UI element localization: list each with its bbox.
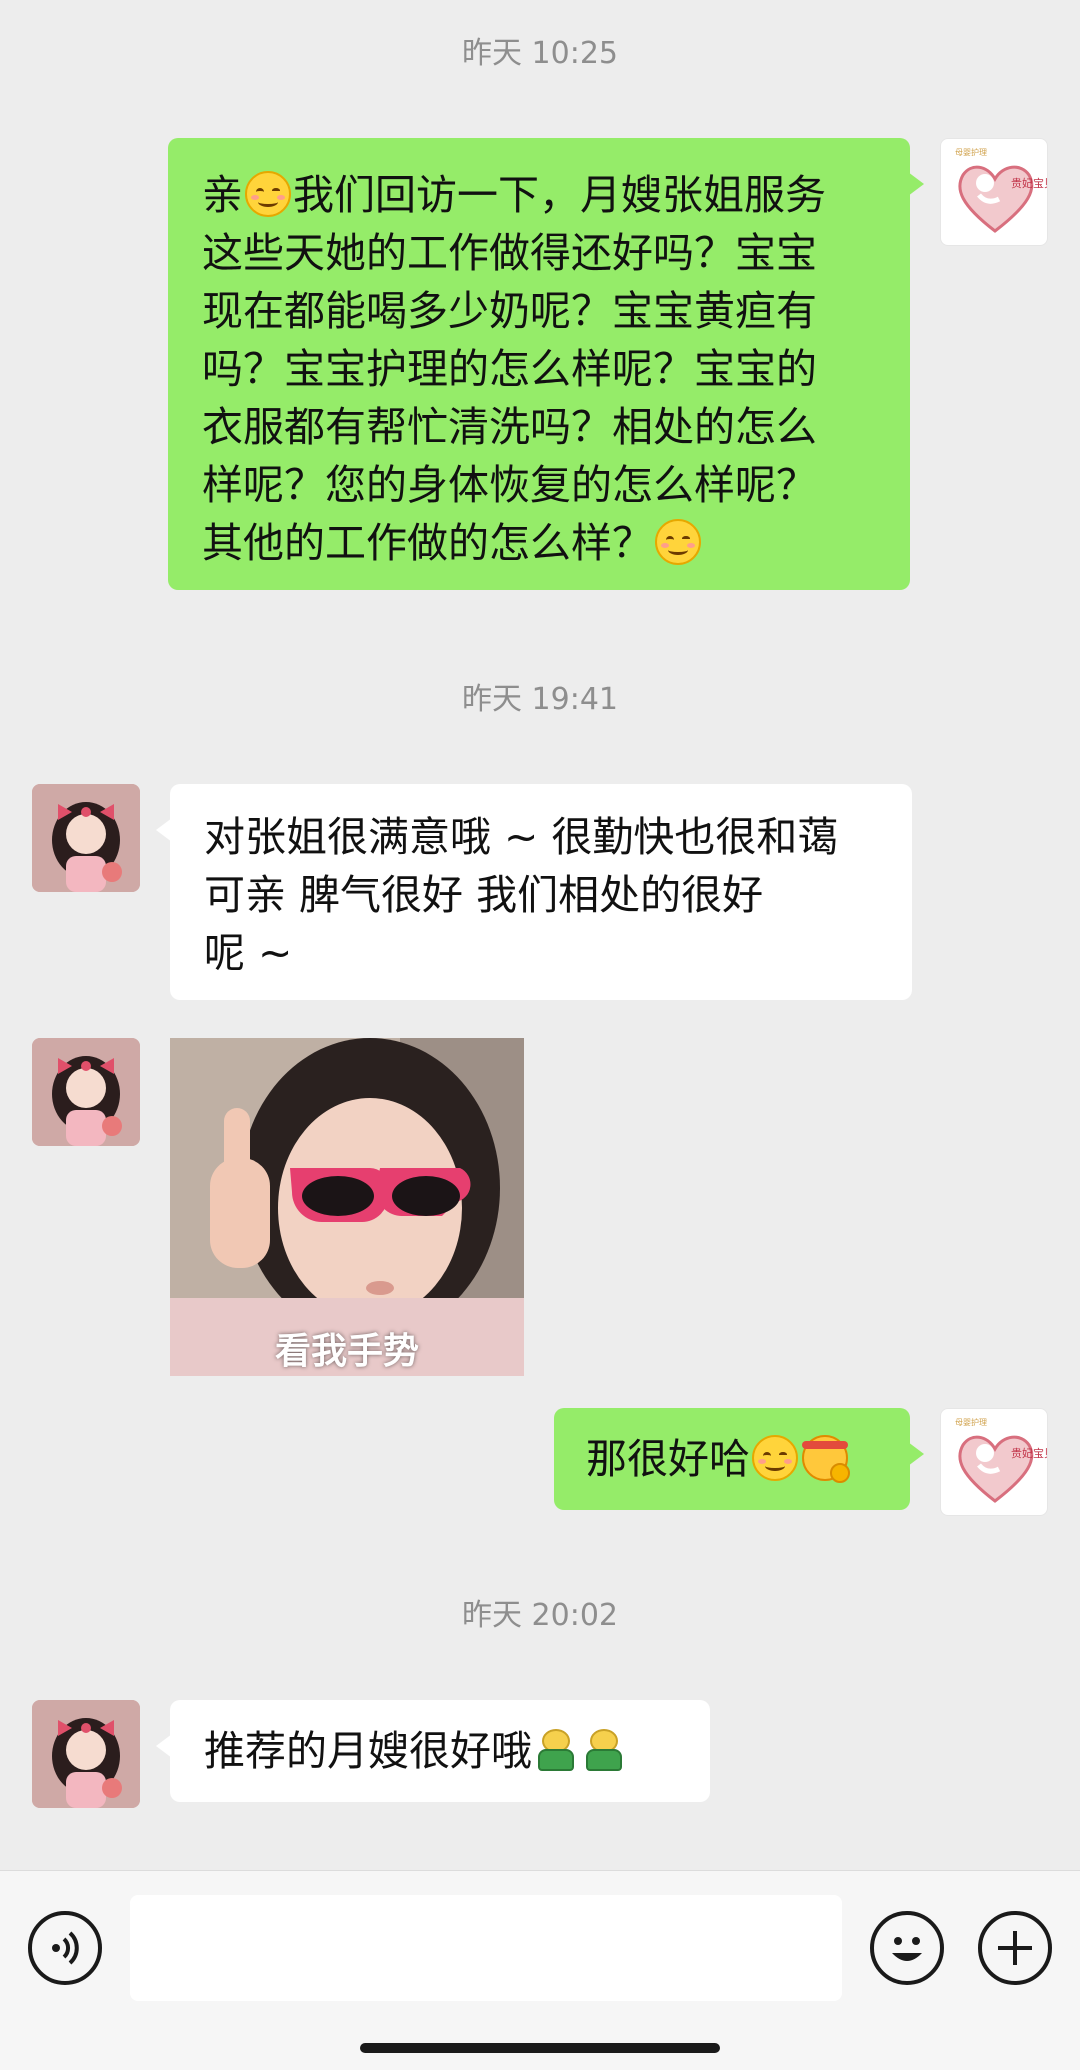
- self-avatar[interactable]: 贵妃宝贝 母婴护理: [940, 138, 1048, 246]
- message-text: 可亲 脾气很好 我们相处的很好: [204, 871, 764, 919]
- message-text: 样呢？您的身体恢复的怎么样呢？: [202, 461, 817, 509]
- smile-emoji-icon: [655, 519, 701, 565]
- home-indicator[interactable]: [360, 2043, 720, 2053]
- bot-figure-emoji-icon: [582, 1727, 626, 1773]
- emoji-icon: [892, 1937, 922, 1961]
- plus-icon: [998, 1931, 1032, 1965]
- other-avatar[interactable]: [32, 784, 140, 892]
- logo-text: 贵妃宝贝: [1011, 176, 1048, 190]
- timestamp: 昨天 10:25: [462, 36, 618, 71]
- smile-emoji-icon: [752, 1435, 798, 1481]
- voice-icon: [52, 1931, 79, 1965]
- girl-avatar-icon: [32, 1700, 140, 1808]
- logo-small-text: 母婴护理: [955, 1417, 987, 1427]
- message-text: 亲: [202, 171, 243, 219]
- message-text: 推荐的月嫂很好哦: [204, 1727, 532, 1775]
- plus-button[interactable]: [978, 1911, 1052, 1985]
- message-text: 那很好哈: [586, 1435, 750, 1483]
- message-bubble-other[interactable]: 推荐的月嫂很好哦: [156, 1700, 710, 1802]
- message-text: 我们回访一下，月嫂张姐服务: [293, 171, 826, 219]
- message-bubble-self[interactable]: 那很好哈: [554, 1408, 924, 1510]
- girl-avatar-icon: [32, 784, 140, 892]
- message-text: 呢 ~: [204, 929, 293, 977]
- other-avatar[interactable]: [32, 1038, 140, 1146]
- message-bubble-self[interactable]: 亲 我们回访一下，月嫂张姐服务 这些天她的工作做得还好吗？宝宝 现在都能喝多少奶呢…: [168, 138, 924, 590]
- message-text: 衣服都有帮忙清洗吗？相处的怎么: [202, 403, 817, 451]
- image-caption: 看我手势: [274, 1331, 419, 1372]
- logo-text: 贵妃宝贝: [1011, 1446, 1048, 1460]
- girl-avatar-icon: [32, 1038, 140, 1146]
- message-text: 这些天她的工作做得还好吗？宝宝: [202, 229, 817, 277]
- input-bar: [0, 1870, 1080, 2070]
- message-text: 其他的工作做的怎么样？: [202, 519, 653, 567]
- bot-figure-emoji-icon: [534, 1727, 578, 1773]
- heart-logo-icon: 贵妃宝贝 母婴护理: [955, 1417, 1048, 1503]
- message-text: 现在都能喝多少奶呢？宝宝黄疸有: [202, 287, 817, 335]
- emoji-button[interactable]: [870, 1911, 944, 1985]
- message-text: 对张姐很满意哦 ~ 很勤快也很和蔼: [204, 813, 839, 861]
- heart-logo-icon: 贵妃宝贝 母婴护理: [955, 147, 1048, 233]
- self-avatar[interactable]: 贵妃宝贝 母婴护理: [940, 1408, 1048, 1516]
- message-input[interactable]: [130, 1895, 842, 2001]
- message-text: 吗？宝宝护理的怎么样呢？宝宝的: [202, 345, 817, 393]
- smile-emoji-icon: [245, 171, 291, 217]
- image-message[interactable]: 看我手势: [170, 1038, 524, 1376]
- logo-small-text: 母婴护理: [955, 147, 987, 157]
- thinking-face-emoji-icon: [802, 1435, 850, 1483]
- chat-screen: 昨天 10:25 亲 我们回访一下，月嫂张姐服务 这些天她的工作做得还好吗？宝宝 …: [0, 0, 1080, 2070]
- other-avatar[interactable]: [32, 1700, 140, 1808]
- timestamp: 昨天 19:41: [462, 682, 618, 717]
- message-bubble-other[interactable]: 对张姐很满意哦 ~ 很勤快也很和蔼 可亲 脾气很好 我们相处的很好 呢 ~: [156, 784, 912, 1000]
- voice-button[interactable]: [28, 1911, 102, 1985]
- timestamp: 昨天 20:02: [462, 1598, 618, 1633]
